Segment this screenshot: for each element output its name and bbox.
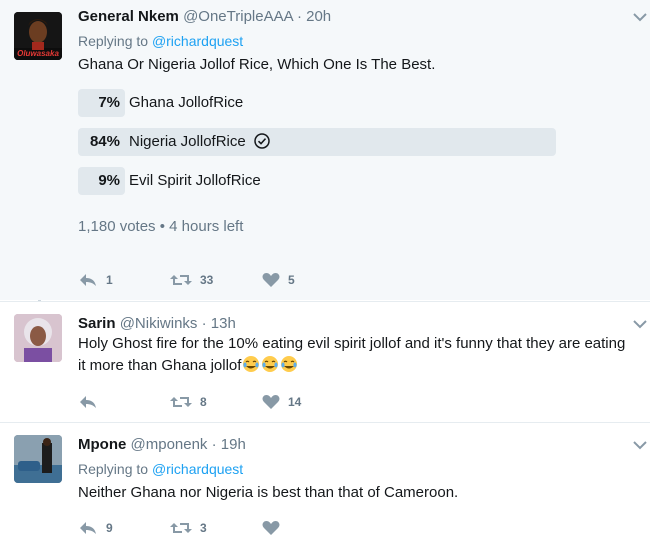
tweet[interactable]: Mpone @mponenk · 19h Replying to @richar…: [0, 422, 650, 541]
replying-to-label: Replying to: [78, 461, 149, 477]
timestamp[interactable]: 19h: [221, 436, 246, 453]
tweet-text-line-2: it more than Ghana jollof: [78, 355, 648, 377]
poll-percent: 7%: [98, 94, 120, 111]
user-handle[interactable]: @OneTripleAAA: [183, 8, 293, 25]
avatar[interactable]: Oluwasaka: [14, 12, 62, 60]
reply-icon: [80, 274, 96, 286]
poll-option: 9% Evil Spirit JollofRice: [78, 167, 556, 195]
retweet-icon: [170, 523, 192, 533]
heart-icon: [262, 273, 280, 287]
poll-label: Nigeria JollofRice: [129, 133, 246, 150]
tweet[interactable]: Oluwasaka General Nkem @OneTripleAAA · 2…: [0, 0, 650, 300]
separator: ·: [201, 315, 207, 332]
heart-icon: [262, 395, 280, 409]
display-name[interactable]: Mpone: [78, 436, 126, 453]
retweet-count: 8: [200, 395, 207, 409]
retweet-button[interactable]: 3: [170, 518, 207, 538]
tweet-text: Neither Ghana nor Nigeria is best than t…: [78, 484, 459, 501]
poll-option: 7% Ghana JollofRice: [78, 89, 556, 117]
reply-button[interactable]: 9: [78, 518, 113, 538]
tweet-header: General Nkem @OneTripleAAA · 20h: [78, 8, 331, 25]
reply-button[interactable]: [78, 392, 106, 412]
user-handle[interactable]: @Nikiwinks: [120, 315, 198, 332]
face-with-tears-of-joy-icon: [241, 356, 298, 374]
poll-label: Evil Spirit JollofRice: [129, 172, 261, 189]
retweet-button[interactable]: 8: [170, 392, 207, 412]
like-button[interactable]: 5: [262, 270, 295, 290]
replying-to-link[interactable]: @richardquest: [152, 461, 243, 477]
retweet-icon: [170, 397, 192, 407]
tweet-text-line: Holy Ghost fire for the 10% eating evil …: [78, 335, 626, 352]
poll-percent: 9%: [98, 172, 120, 189]
separator: ·: [296, 8, 302, 25]
avatar-text: Oluwasaka: [17, 49, 59, 58]
retweet-button[interactable]: 33: [170, 270, 213, 290]
chevron-down-icon[interactable]: [632, 10, 648, 22]
reply-button[interactable]: 1: [78, 270, 113, 290]
like-button[interactable]: 14: [262, 392, 301, 412]
display-name[interactable]: Sarin: [78, 315, 116, 332]
like-count: 5: [288, 273, 295, 287]
display-name[interactable]: General Nkem: [78, 8, 179, 25]
chevron-down-icon[interactable]: [632, 438, 648, 450]
replying-to: Replying to @richardquest: [78, 33, 243, 49]
replying-to-link[interactable]: @richardquest: [152, 33, 243, 49]
tweet-header: Mpone @mponenk · 19h: [78, 436, 246, 453]
tweet-text: Holy Ghost fire for the 10% eating evil …: [78, 333, 648, 377]
tweet-text-line: it more than Ghana jollof: [78, 357, 242, 374]
separator: ·: [211, 436, 217, 453]
chevron-down-icon[interactable]: [632, 317, 648, 329]
bullet: •: [159, 218, 165, 235]
heart-icon: [262, 521, 280, 535]
retweet-count: 3: [200, 521, 207, 535]
timestamp[interactable]: 20h: [306, 8, 331, 25]
reply-icon: [80, 396, 96, 408]
replying-to-label: Replying to: [78, 33, 149, 49]
avatar[interactable]: [14, 435, 62, 483]
avatar[interactable]: [14, 314, 62, 362]
replying-to: Replying to @richardquest: [78, 461, 243, 477]
poll-meta: 1,180 votes • 4 hours left: [78, 218, 243, 235]
retweet-count: 33: [200, 273, 214, 287]
poll-label: Ghana JollofRice: [129, 94, 244, 111]
tweet-text: Ghana Or Nigeria Jollof Rice, Which One …: [78, 56, 436, 73]
poll-option-winner: 84% Nigeria JollofRice: [78, 128, 556, 156]
reply-icon: [80, 522, 96, 534]
reply-count: 9: [106, 521, 113, 535]
like-button[interactable]: [262, 518, 288, 538]
tweet-header: Sarin @Nikiwinks · 13h: [78, 315, 236, 332]
vote-count: 1,180 votes: [78, 218, 156, 235]
poll-percent: 84%: [89, 133, 120, 150]
like-count: 14: [288, 395, 302, 409]
retweet-icon: [170, 275, 192, 285]
poll-label-wrap: Nigeria JollofRice: [129, 133, 270, 153]
check-circle-icon: [253, 133, 270, 153]
timestamp[interactable]: 13h: [211, 315, 236, 332]
time-left: 4 hours left: [169, 218, 244, 235]
tweet[interactable]: Sarin @Nikiwinks · 13h Holy Ghost fire f…: [0, 301, 650, 422]
reply-count: 1: [106, 273, 113, 287]
user-handle[interactable]: @mponenk: [131, 436, 208, 453]
